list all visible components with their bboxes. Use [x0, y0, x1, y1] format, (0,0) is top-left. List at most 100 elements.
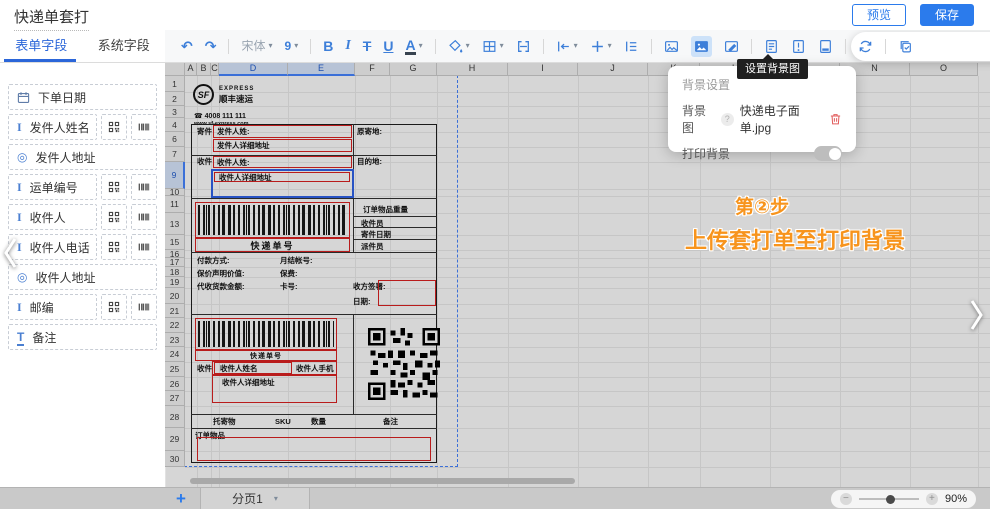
sidebar-item[interactable]: I收件人电话 — [8, 234, 97, 260]
qr-code-button[interactable] — [101, 294, 127, 320]
bold-button[interactable]: B — [323, 39, 333, 53]
field-recv2-name[interactable]: 收件人姓名 — [214, 362, 292, 374]
edit-image-button[interactable] — [724, 39, 739, 54]
col-header-J[interactable]: J — [578, 62, 648, 76]
fill-color-button[interactable] — [448, 39, 470, 54]
set-background-image-button[interactable] — [691, 36, 712, 57]
sidebar-item[interactable]: I发件人姓名 — [8, 114, 97, 140]
zoom-slider[interactable] — [859, 498, 919, 500]
col-header-H[interactable]: H — [437, 62, 508, 76]
row-header-11[interactable]: 11 — [165, 196, 185, 213]
next-arrow-button[interactable] — [967, 298, 985, 337]
row-header-16[interactable]: 16 — [165, 250, 185, 258]
row-header-13[interactable]: 13 — [165, 213, 185, 235]
selected-field-receiver-address[interactable]: 收件人详细地址 — [211, 169, 354, 198]
field-barcode-2[interactable] — [195, 318, 337, 350]
field-date-box[interactable] — [378, 280, 436, 306]
row-header-24[interactable]: 24 — [165, 347, 185, 362]
qr-code-button[interactable] — [101, 234, 127, 260]
delete-bg-icon[interactable] — [829, 112, 842, 126]
col-header-B[interactable]: B — [197, 62, 211, 76]
undo-button[interactable] — [181, 39, 193, 53]
font-size-select[interactable]: 9 — [285, 40, 299, 52]
tab-form-fields[interactable]: 表单字段 — [0, 30, 83, 62]
copy-page-button[interactable] — [898, 39, 913, 54]
design-canvas[interactable]: ABCDEFGHIJKLMNO 123467910111315161718192… — [165, 62, 990, 487]
qr-code-button[interactable] — [101, 114, 127, 140]
barcode-button[interactable] — [131, 234, 157, 260]
barcode-button[interactable] — [131, 204, 157, 230]
field-receiver-name[interactable]: 收件人姓: — [213, 156, 352, 168]
barcode-button[interactable] — [131, 114, 157, 140]
col-header-A[interactable]: A — [185, 62, 197, 76]
col-header-G[interactable]: G — [390, 62, 437, 76]
sidebar-item[interactable]: 收件人地址 — [8, 264, 157, 290]
underline-button[interactable]: U — [383, 39, 393, 53]
preview-button[interactable]: 预览 — [852, 4, 906, 26]
grid-corner[interactable] — [165, 62, 185, 76]
row-header-9[interactable]: 9 — [165, 162, 185, 189]
italic-button[interactable]: I — [345, 39, 350, 53]
align-button[interactable] — [556, 39, 578, 54]
field-recv2-address[interactable]: 收件人详细地址 — [212, 375, 337, 403]
sidebar-item[interactable]: I收件人 — [8, 204, 97, 230]
row-header-28[interactable]: 28 — [165, 406, 185, 428]
field-order-items[interactable] — [197, 437, 431, 461]
col-header-D[interactable]: D — [219, 62, 288, 76]
row-header-6[interactable]: 6 — [165, 132, 185, 147]
sidebar-item[interactable]: T备注 — [8, 324, 157, 350]
sidebar-item[interactable]: 下单日期 — [8, 84, 157, 110]
row-header-10[interactable]: 10 — [165, 189, 185, 196]
prev-arrow-button[interactable] — [2, 236, 20, 275]
row-header-22[interactable]: 22 — [165, 318, 185, 333]
add-page-button[interactable] — [176, 488, 186, 509]
row-header-3[interactable]: 3 — [165, 106, 185, 118]
field-waybill-number-2[interactable]: 快递单号 — [195, 350, 337, 361]
outline-list-button[interactable] — [624, 39, 639, 54]
row-header-15[interactable]: 15 — [165, 235, 185, 250]
barcode-button[interactable] — [131, 294, 157, 320]
sidebar-item[interactable]: I运单编号 — [8, 174, 97, 200]
insert-image-button[interactable] — [664, 39, 679, 54]
strikethrough-button[interactable]: T — [363, 39, 372, 53]
page-setup-button[interactable] — [764, 39, 779, 54]
col-header-I[interactable]: I — [508, 62, 578, 76]
sidebar-item[interactable]: 发件人地址 — [8, 144, 157, 170]
field-waybill-number[interactable]: 快递单号 — [195, 238, 350, 252]
barcode-button[interactable] — [131, 174, 157, 200]
col-header-O[interactable]: O — [910, 62, 978, 76]
row-header-23[interactable]: 23 — [165, 333, 185, 347]
row-header-30[interactable]: 30 — [165, 451, 185, 467]
page-warning-button[interactable] — [791, 39, 806, 54]
row-header-20[interactable]: 20 — [165, 288, 185, 304]
qr-code-button[interactable] — [101, 204, 127, 230]
row-header-19[interactable]: 19 — [165, 277, 185, 288]
row-header-27[interactable]: 27 — [165, 391, 185, 406]
row-header-21[interactable]: 21 — [165, 304, 185, 318]
print-background-toggle[interactable] — [814, 146, 842, 161]
page-tab[interactable]: 分页1 — [200, 488, 310, 509]
row-header-17[interactable]: 17 — [165, 258, 185, 267]
page-footer-button[interactable] — [818, 39, 833, 54]
field-sender-address[interactable]: 发件人详细地址 — [213, 139, 352, 152]
zoom-slider-handle[interactable] — [886, 495, 895, 504]
insert-button[interactable] — [590, 39, 612, 54]
redo-button[interactable] — [205, 39, 217, 53]
zoom-out-button[interactable] — [840, 493, 852, 505]
row-header-26[interactable]: 26 — [165, 377, 185, 391]
col-header-F[interactable]: F — [355, 62, 390, 76]
sidebar-item[interactable]: I邮编 — [8, 294, 97, 320]
font-color-button[interactable]: A — [405, 38, 422, 55]
col-header-C[interactable]: C — [211, 62, 219, 76]
row-header-29[interactable]: 29 — [165, 428, 185, 451]
field-sender-name[interactable]: 发件人姓: — [213, 125, 352, 138]
zoom-in-button[interactable] — [926, 493, 938, 505]
tab-system-fields[interactable]: 系统字段 — [83, 30, 166, 62]
font-family-select[interactable]: 宋体 — [241, 40, 272, 52]
save-button[interactable]: 保存 — [920, 4, 974, 26]
borders-button[interactable] — [482, 39, 504, 54]
col-header-E[interactable]: E — [288, 62, 355, 76]
row-header-25[interactable]: 25 — [165, 362, 185, 377]
row-header-2[interactable]: 2 — [165, 92, 185, 106]
bg-image-filename[interactable]: 快递电子面单.jpg — [740, 102, 823, 136]
